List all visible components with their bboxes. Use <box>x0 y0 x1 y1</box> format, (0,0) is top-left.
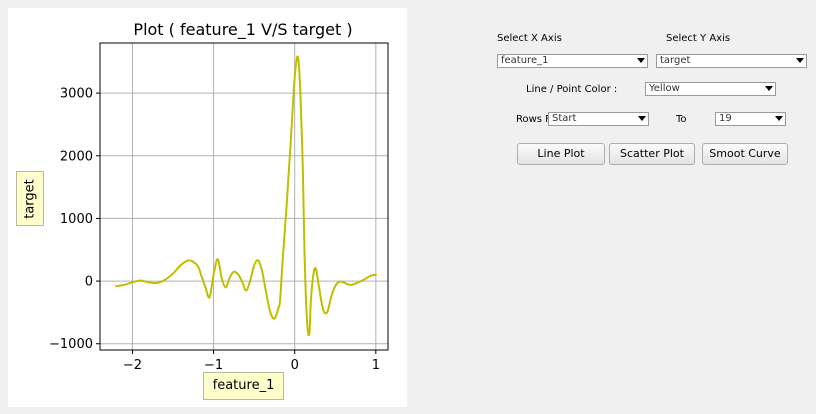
y-tick-label: −1000 <box>49 337 93 352</box>
plot-panel: Plot ( feature_1 V/S target ) −2 −1 0 1 −100… <box>8 8 407 407</box>
x-axis-select[interactable]: feature_1 <box>497 54 648 68</box>
chevron-down-icon <box>637 58 645 63</box>
x-tick-label: −2 <box>123 358 142 373</box>
y-tick-label: 1000 <box>60 212 93 227</box>
x-axis-select-value: feature_1 <box>501 55 549 66</box>
select-x-axis-label: Select X Axis <box>497 33 562 44</box>
select-y-axis-label: Select Y Axis <box>666 33 731 44</box>
y-axis-select-value: target <box>660 55 691 66</box>
line-plot-button[interactable]: Line Plot <box>517 143 605 165</box>
axis-ticks: −2 −1 0 1 −1000 0 1000 2000 3000 <box>49 87 380 373</box>
y-tick-label: 2000 <box>60 149 93 164</box>
y-tick-label: 3000 <box>60 87 93 102</box>
y-tick-label: 0 <box>85 275 93 290</box>
color-label: Line / Point Color : <box>526 84 618 95</box>
x-tick-label: −1 <box>204 358 223 373</box>
x-tick-label: 1 <box>372 358 380 373</box>
plot-grid <box>100 43 388 350</box>
y-axis-label: target <box>22 178 38 219</box>
rows-to-select[interactable]: 19 <box>715 112 786 126</box>
color-select-value: Yellow <box>649 83 680 94</box>
chevron-down-icon <box>765 86 773 91</box>
plot-title: Plot ( feature_1 V/S target ) <box>133 20 352 40</box>
plot-frame <box>99 42 389 351</box>
y-axis-select[interactable]: target <box>656 54 807 68</box>
rows-to-label: To <box>676 114 687 125</box>
chevron-down-icon <box>638 116 646 121</box>
scatter-plot-button[interactable]: Scatter Plot <box>609 143 695 165</box>
chevron-down-icon <box>796 58 804 63</box>
y-axis-label-box: target <box>16 171 44 226</box>
smooth-curve-button[interactable]: Smoot Curve <box>702 143 788 165</box>
rows-from-select-value: Start <box>552 113 577 124</box>
x-axis-label: feature_1 <box>203 372 284 400</box>
series-line <box>115 55 377 337</box>
chevron-down-icon <box>775 116 783 121</box>
rows-to-select-value: 19 <box>719 113 732 124</box>
plot-canvas: Plot ( feature_1 V/S target ) −2 −1 0 1 −100… <box>49 20 389 373</box>
x-tick-label: 0 <box>291 358 299 373</box>
color-select[interactable]: Yellow <box>645 82 776 96</box>
rows-from-select[interactable]: Start <box>548 112 649 126</box>
